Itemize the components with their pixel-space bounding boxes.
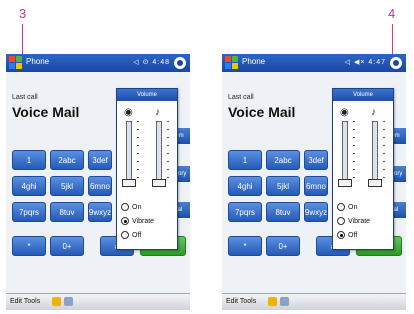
caller-name: Voice Mail (12, 104, 80, 120)
phone-screen: Phone ◁ ⊙ 4:48 Last call Voice Mail Mem … (6, 54, 190, 310)
ringer-option-vibrate[interactable]: Vibrate (121, 217, 154, 225)
keypad-key[interactable]: 3def (88, 150, 112, 170)
ringer-icon: ♪ (371, 107, 376, 118)
radio-button[interactable] (121, 231, 129, 239)
speaker-icon: ◉ (340, 107, 349, 118)
radio-label: On (348, 203, 358, 211)
menu-items[interactable]: Edit Tools (10, 298, 40, 305)
keypad-key[interactable]: * (228, 236, 262, 256)
system-volume-slider[interactable] (342, 121, 348, 185)
leader-line (22, 24, 23, 54)
start-menu-icon[interactable] (9, 56, 23, 70)
slider-thumb[interactable] (338, 179, 352, 187)
ringer-icon: ♪ (155, 107, 160, 118)
radio-button[interactable] (337, 217, 345, 225)
radio-button[interactable] (337, 231, 345, 239)
slider-thumb[interactable] (122, 179, 136, 187)
volume-ticks (353, 121, 355, 185)
caller-name: Voice Mail (228, 104, 296, 120)
last-call-label: Last call (228, 94, 254, 101)
radio-button[interactable] (121, 217, 129, 225)
radio-label: On (132, 203, 142, 211)
ok-button[interactable] (390, 57, 402, 69)
last-call-label: Last call (12, 94, 38, 101)
radio-label: Off (132, 231, 142, 239)
keypad-key[interactable]: * (12, 236, 46, 256)
keypad-key[interactable]: 9wxyz (88, 202, 112, 222)
keypad-key[interactable]: 1 (12, 150, 46, 170)
keyboard-icon[interactable] (280, 297, 289, 306)
keypad-key[interactable]: 0+ (266, 236, 300, 256)
system-volume-slider[interactable] (126, 121, 132, 185)
start-menu-icon[interactable] (225, 56, 239, 70)
keypad-key[interactable]: 9wxyz (304, 202, 328, 222)
keypad-key[interactable]: 2abc (266, 150, 300, 170)
menu-items[interactable]: Edit Tools (226, 298, 256, 305)
volume-ticks (167, 121, 169, 185)
volume-ticks (383, 121, 385, 185)
ok-button[interactable] (174, 57, 186, 69)
ringer-volume-slider[interactable] (372, 121, 378, 185)
keypad-key[interactable]: 4ghi (228, 176, 262, 196)
menu-bar: Edit Tools (222, 293, 406, 310)
ringer-option-off[interactable]: Off (121, 231, 141, 239)
app-title: Phone (242, 57, 266, 66)
ringer-option-on[interactable]: On (337, 203, 357, 211)
step-number: 3 (19, 6, 27, 21)
keypad-key[interactable]: 6mno (88, 176, 112, 196)
phone-screen: Phone ◁ ◀× 4:47 Last call Voice Mail Mem… (222, 54, 406, 310)
keypad-key[interactable]: 8tuv (50, 202, 84, 222)
step-number: 4 (388, 6, 396, 21)
title-bar: Phone ◁ ⊙ 4:48 (6, 54, 190, 72)
keypad-key[interactable]: 7pqrs (228, 202, 262, 222)
speaker-icon: ◉ (124, 107, 133, 118)
keypad-key[interactable]: 3def (304, 150, 328, 170)
keypad-key[interactable]: 4ghi (12, 176, 46, 196)
volume-title: Volume (333, 89, 393, 101)
keypad-key[interactable]: 6mno (304, 176, 328, 196)
menu-bar: Edit Tools (6, 293, 190, 310)
slider-thumb[interactable] (152, 179, 166, 187)
volume-ticks (137, 121, 139, 185)
radio-label: Off (348, 231, 358, 239)
volume-title: Volume (117, 89, 177, 101)
keypad-key[interactable]: 7pqrs (12, 202, 46, 222)
radio-button[interactable] (121, 203, 129, 211)
ringer-volume-slider[interactable] (156, 121, 162, 185)
keypad-key[interactable]: 2abc (50, 150, 84, 170)
slider-thumb[interactable] (368, 179, 382, 187)
leader-line (392, 24, 393, 54)
keypad-key[interactable]: 1 (228, 150, 262, 170)
keypad-key[interactable]: 0+ (50, 236, 84, 256)
keypad-key[interactable]: 5jkl (266, 176, 300, 196)
radio-label: Vibrate (132, 217, 155, 225)
keypad-key[interactable]: 5jkl (50, 176, 84, 196)
status-icons[interactable]: ◁ ◀× 4:47 (345, 58, 386, 66)
volume-panel: Volume ◉ ♪ On Vibrate Off (332, 88, 394, 250)
app-title: Phone (26, 57, 50, 66)
title-bar: Phone ◁ ◀× 4:47 (222, 54, 406, 72)
radio-label: Vibrate (348, 217, 371, 225)
input-panel-icon[interactable] (268, 297, 277, 306)
keyboard-icon[interactable] (64, 297, 73, 306)
ringer-option-vibrate[interactable]: Vibrate (337, 217, 370, 225)
radio-button[interactable] (337, 203, 345, 211)
ringer-option-on[interactable]: On (121, 203, 141, 211)
volume-panel: Volume ◉ ♪ On Vibrate Off (116, 88, 178, 250)
ringer-option-off[interactable]: Off (337, 231, 357, 239)
input-panel-icon[interactable] (52, 297, 61, 306)
keypad-key[interactable]: 8tuv (266, 202, 300, 222)
status-icons[interactable]: ◁ ⊙ 4:48 (133, 58, 170, 66)
